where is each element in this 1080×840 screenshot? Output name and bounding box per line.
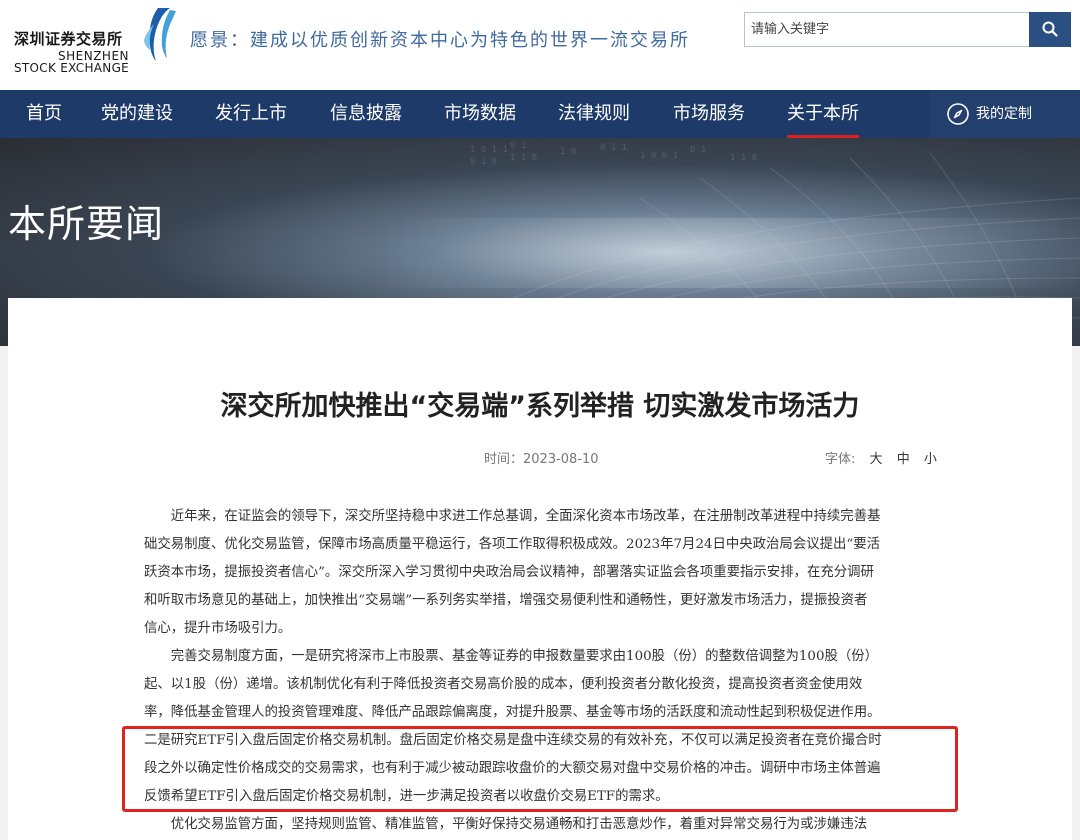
article-line: 段之外以确定性价格成交的交易需求，也有利于减少被动跟踪收盘价的大额交易对盘中交易…	[144, 761, 881, 776]
banner-title: 本所要闻	[8, 202, 165, 246]
publish-time-label: 时间：	[484, 452, 524, 467]
search-box	[744, 12, 1031, 47]
article-line: 跃资本市场，提振投资者信心”。深交所深入学习贯彻中央政治局会议精神，部署落实证监…	[144, 565, 874, 580]
svg-text:0 1 1: 0 1 1	[600, 143, 627, 153]
svg-text:1 0: 1 0	[560, 147, 576, 157]
article-line: 率，降低基金管理人的投资管理难度、降低产品跟踪偏离度，对提升股票、基金等市场的活…	[144, 705, 881, 720]
nav-item-rules[interactable]: 法律规则	[558, 90, 630, 138]
my-customization-button[interactable]: 我的定制	[930, 90, 1080, 138]
nav-item-home[interactable]: 首页	[26, 90, 62, 138]
article-line: 二是研究ETF引入盘后固定价格交易机制。盘后固定价格交易是盘中连续交易的有效补充…	[144, 733, 882, 748]
main-nav: 首页 党的建设 发行上市 信息披露 市场数据 法律规则 市场服务 关于本所 我的…	[0, 90, 1080, 138]
article-line: 完善交易制度方面，一是研究将深市上市股票、基金等证券的申报数量要求由100股（份…	[144, 649, 879, 664]
svg-text:1 0 0 1: 1 0 0 1	[640, 151, 678, 161]
search-button[interactable]	[1029, 12, 1071, 47]
article-card: 深交所加快推出“交易端”系列举措 切实激发市场活力 时间：2023-08-10 …	[8, 298, 1072, 840]
svg-text:0 1 0: 0 1 0	[470, 157, 497, 167]
svg-text:0 1: 0 1	[690, 145, 706, 155]
nav-item-about[interactable]: 关于本所	[787, 90, 859, 138]
svg-text:0 1: 0 1	[510, 141, 526, 151]
nav-item-party-building[interactable]: 党的建设	[101, 90, 173, 138]
article-publish-time: 时间：2023-08-10	[484, 448, 599, 467]
article-line: 础交易制度、优化交易监管，保障市场高质量平稳运行，各项工作取得积极成效。2023…	[144, 537, 881, 552]
article-title: 深交所加快推出“交易端”系列举措 切实激发市场活力	[220, 391, 860, 422]
article-line: 反馈希望ETF引入盘后固定价格交易机制，进一步满足投资者以收盘价交易ETF的需求…	[144, 789, 669, 804]
nav-item-market-data[interactable]: 市场数据	[444, 90, 516, 138]
font-size-switcher: 字体: 大 中 小	[825, 448, 937, 467]
svg-text:1 1 0: 1 1 0	[730, 153, 757, 163]
nav-item-disclosure[interactable]: 信息披露	[330, 90, 402, 138]
article-line: 起、以1股（份）递增。该机制优化有利于降低投资者交易高价股的成本，便利投资者分散…	[144, 677, 863, 692]
nav-item-listing[interactable]: 发行上市	[215, 90, 287, 138]
my-customization-label: 我的定制	[976, 106, 1032, 122]
svg-text:1 0 1 1: 1 0 1 1	[470, 145, 508, 155]
logo-name-cn: 深圳证券交易所	[14, 30, 123, 48]
szse-emblem-icon	[144, 8, 176, 61]
szse-logo[interactable]: 深圳证券交易所 SHENZHEN STOCK EXCHANGE	[14, 6, 176, 76]
publish-time-value: 2023-08-10	[523, 452, 599, 467]
vision-slogan: 愿景：建成以优质创新资本中心为特色的世界一流交易所	[190, 30, 690, 51]
article-line: 近年来，在证监会的领导下，深交所坚持稳中求进工作总基调，全面深化资本市场改革，在…	[144, 509, 881, 524]
article-line: 优化交易监管方面，坚持规则监管、精准监管，平衡好保持交易通畅和打击恶意炒作，着重…	[144, 817, 868, 832]
svg-text:1 1 0: 1 1 0	[510, 153, 537, 163]
site-header: 深圳证券交易所 SHENZHEN STOCK EXCHANGE 愿景：建成以优质…	[0, 0, 1080, 90]
page-scrollbar[interactable]	[1073, 346, 1080, 840]
logo-name-en-line2: STOCK EXCHANGE	[14, 61, 130, 75]
nav-item-market-services[interactable]: 市场服务	[673, 90, 745, 138]
search-icon	[1042, 21, 1058, 37]
article-line: 和听取市场意见的基础上，加快推出“交易端”一系列务实举措，增强交易便利性和通畅性…	[144, 593, 868, 608]
article-body: 近年来，在证监会的领导下，深交所坚持稳中求进工作总基调，全面深化资本市场改革，在…	[144, 503, 940, 839]
compass-icon	[947, 103, 969, 125]
search-input[interactable]	[745, 13, 1031, 46]
font-size-small[interactable]: 小	[924, 452, 937, 467]
font-size-large[interactable]: 大	[870, 452, 883, 467]
font-size-medium[interactable]: 中	[897, 452, 910, 467]
article-line: 信心，提升市场吸引力。	[144, 621, 292, 636]
font-size-label: 字体:	[825, 452, 856, 467]
